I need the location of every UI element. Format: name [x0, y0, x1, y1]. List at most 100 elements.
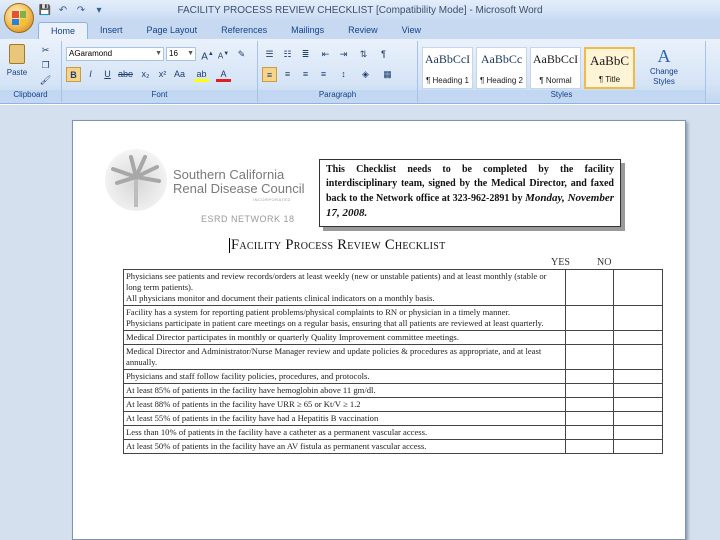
- style-name: ¶ Normal: [539, 76, 572, 85]
- style-normal[interactable]: AaBbCcI ¶ Normal: [530, 47, 581, 89]
- checklist-item-text: Medical Director and Administrator/Nurse…: [126, 346, 542, 367]
- checklist-item[interactable]: At least 50% of patients in the facility…: [123, 439, 566, 454]
- checklist-item-text: Medical Director participates in monthly…: [126, 332, 459, 342]
- office-logo-icon: [12, 11, 26, 25]
- shading-icon[interactable]: ◈: [358, 67, 373, 82]
- superscript-button[interactable]: x²: [155, 67, 170, 82]
- checklist-item-text: At least 88% of patients in the facility…: [126, 399, 361, 409]
- grow-font-icon[interactable]: A▲: [200, 47, 215, 62]
- change-styles-button[interactable]: A Change Styles: [644, 45, 684, 91]
- checkbox-cell-no[interactable]: [613, 439, 663, 454]
- font-color-icon[interactable]: A: [216, 67, 231, 82]
- checkbox-cell-no[interactable]: [613, 305, 663, 331]
- bullets-icon[interactable]: ☰: [262, 47, 277, 62]
- increase-indent-icon[interactable]: ⇥: [336, 47, 351, 62]
- checkbox-cell-no[interactable]: [613, 344, 663, 370]
- shrink-font-icon[interactable]: A▼: [216, 47, 231, 62]
- checkbox-cell-yes[interactable]: [564, 397, 615, 412]
- checklist-item[interactable]: Medical Director and Administrator/Nurse…: [123, 344, 566, 370]
- change-case-button[interactable]: Aa: [172, 67, 187, 82]
- align-right-icon[interactable]: ≡: [298, 67, 313, 82]
- paste-button[interactable]: Paste: [5, 44, 29, 84]
- font-group-label: Font: [62, 90, 257, 101]
- checkbox-cell-no[interactable]: [613, 411, 663, 426]
- column-header-yes: YES: [551, 257, 570, 268]
- tab-insert[interactable]: Insert: [88, 22, 135, 39]
- checkbox-cell-no[interactable]: [613, 269, 663, 306]
- office-button[interactable]: [4, 3, 34, 33]
- style-heading-1[interactable]: AaBbCcI ¶ Heading 1: [422, 47, 473, 89]
- highlight-icon[interactable]: ab: [194, 67, 209, 82]
- checklist-item[interactable]: Medical Director participates in monthly…: [123, 330, 566, 345]
- tab-home[interactable]: Home: [38, 22, 89, 39]
- checkbox-cell-no[interactable]: [613, 397, 663, 412]
- checklist-item[interactable]: At least 85% of patients in the facility…: [123, 383, 566, 398]
- checklist-item[interactable]: Facility has a system for reporting pati…: [123, 305, 566, 331]
- tab-page-layout[interactable]: Page Layout: [135, 22, 210, 39]
- font-name-select[interactable]: AGaramond ▼: [66, 47, 164, 61]
- checkbox-cell-yes[interactable]: [564, 269, 615, 306]
- checklist-item[interactable]: Physicians see patients and review recor…: [123, 269, 566, 306]
- tab-review[interactable]: Review: [336, 22, 390, 39]
- checkbox-cell-yes[interactable]: [564, 369, 615, 384]
- checkbox-cell-yes[interactable]: [564, 344, 615, 370]
- checkbox-cell-no[interactable]: [613, 330, 663, 345]
- decrease-indent-icon[interactable]: ⇤: [318, 47, 333, 62]
- copy-icon[interactable]: ❐: [38, 58, 53, 73]
- save-icon[interactable]: 💾: [38, 4, 52, 17]
- customize-icon[interactable]: ▾: [92, 4, 106, 17]
- chevron-down-icon: ▼: [155, 50, 162, 57]
- subscript-button[interactable]: x₂: [138, 67, 153, 82]
- column-header-no: NO: [597, 257, 612, 268]
- tab-references[interactable]: References: [209, 22, 279, 39]
- show-formatting-icon[interactable]: ¶: [376, 47, 391, 62]
- font-size-select[interactable]: 16 ▼: [166, 47, 196, 61]
- checkbox-cell-yes[interactable]: [564, 305, 615, 331]
- ribbon-tabs: Home Insert Page Layout References Maili…: [0, 22, 720, 39]
- checklist-item[interactable]: At least 88% of patients in the facility…: [123, 397, 566, 412]
- tab-view[interactable]: View: [390, 22, 433, 39]
- style-heading-2[interactable]: AaBbCc ¶ Heading 2: [476, 47, 527, 89]
- sort-icon[interactable]: ⇅: [356, 47, 371, 62]
- justify-icon[interactable]: ≡: [316, 67, 331, 82]
- checklist-item-text: Less than 10% of patients in the facilit…: [126, 427, 428, 437]
- esrd-network-label: ESRD NETWORK 18: [201, 214, 295, 224]
- checkbox-cell-no[interactable]: [613, 425, 663, 440]
- redo-icon[interactable]: ↷: [74, 4, 88, 17]
- checkbox-cell-yes[interactable]: [564, 383, 615, 398]
- checkbox-cell-yes[interactable]: [564, 330, 615, 345]
- change-styles-icon: A: [657, 46, 671, 66]
- strikethrough-button[interactable]: abe: [118, 67, 133, 82]
- align-center-icon[interactable]: ≡: [280, 67, 295, 82]
- underline-button[interactable]: U: [100, 67, 115, 82]
- multilevel-list-icon[interactable]: ≣: [298, 47, 313, 62]
- document-page[interactable]: Southern California Renal Disease Counci…: [72, 120, 686, 540]
- text-cursor: [229, 238, 230, 254]
- undo-icon[interactable]: ↶: [56, 4, 70, 17]
- checkbox-cell-no[interactable]: [613, 369, 663, 384]
- checklist-item[interactable]: Less than 10% of patients in the facilit…: [123, 425, 566, 440]
- style-title[interactable]: AaBbC ¶ Title: [584, 47, 635, 89]
- clear-formatting-icon[interactable]: ✎: [234, 47, 249, 62]
- italic-button[interactable]: I: [83, 67, 98, 82]
- align-left-icon[interactable]: ≡: [262, 67, 277, 82]
- document-area: Southern California Renal Disease Counci…: [0, 105, 720, 540]
- numbering-icon[interactable]: ☷: [280, 47, 295, 62]
- bold-button[interactable]: B: [66, 67, 81, 82]
- checkbox-cell-no[interactable]: [613, 383, 663, 398]
- checkbox-cell-yes[interactable]: [564, 439, 615, 454]
- cut-icon[interactable]: ✂: [38, 43, 53, 58]
- borders-icon[interactable]: ▦: [380, 67, 395, 82]
- checklist-item[interactable]: At least 55% of patients in the facility…: [123, 411, 566, 426]
- line-spacing-icon[interactable]: ↕: [336, 67, 351, 82]
- editing-group: [708, 41, 720, 102]
- font-size-value: 16: [169, 49, 178, 58]
- checkbox-cell-yes[interactable]: [564, 411, 615, 426]
- style-sample: AaBbCc: [480, 52, 523, 66]
- checklist-item[interactable]: Physicians and staff follow facility pol…: [123, 369, 566, 384]
- clipboard-icon: [9, 44, 25, 64]
- format-painter-icon[interactable]: 🖌: [38, 73, 53, 88]
- checkbox-cell-yes[interactable]: [564, 425, 615, 440]
- checklist-item-text: Physicians and staff follow facility pol…: [126, 371, 370, 381]
- tab-mailings[interactable]: Mailings: [279, 22, 336, 39]
